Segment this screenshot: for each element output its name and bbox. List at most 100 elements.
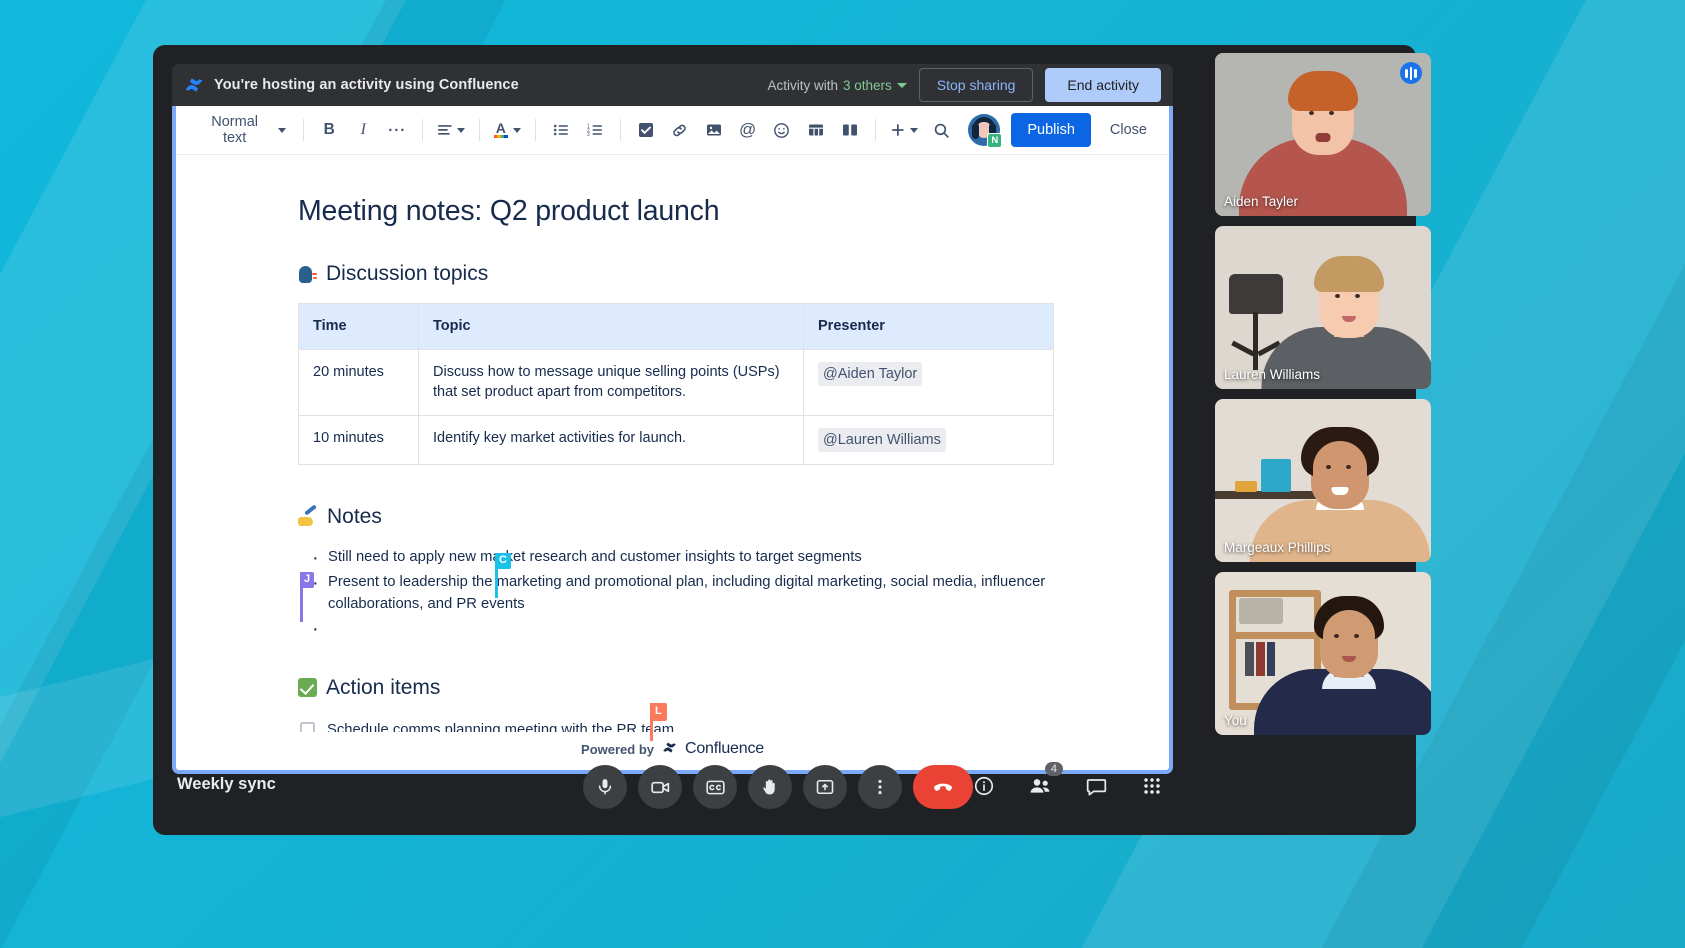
present-button[interactable]: [803, 765, 847, 809]
camera-button[interactable]: [638, 765, 682, 809]
text-style-dropdown[interactable]: Normal text: [190, 114, 294, 146]
chevron-down-icon: [897, 83, 907, 88]
mention-button[interactable]: @: [732, 114, 764, 146]
participant-tile[interactable]: Margeaux Phillips: [1215, 399, 1431, 562]
participant-tile[interactable]: Lauren Williams: [1215, 226, 1431, 389]
task-list-button[interactable]: [630, 114, 662, 146]
close-button[interactable]: Close: [1102, 113, 1155, 147]
toolbar-divider: [303, 119, 304, 141]
more-vertical-icon: [870, 777, 890, 797]
emoji-button[interactable]: [766, 114, 798, 146]
participant-tile[interactable]: Aiden Tayler: [1215, 53, 1431, 216]
more-options-button[interactable]: [858, 765, 902, 809]
end-call-button[interactable]: [913, 765, 973, 809]
section-heading-notes: Notes: [298, 505, 1049, 529]
toolbar-divider: [535, 119, 536, 141]
table-button[interactable]: [800, 114, 832, 146]
chat-button[interactable]: [1082, 772, 1110, 800]
notes-list-wrapper: Still need to apply new market research …: [298, 546, 1049, 638]
list-item: Still need to apply new market research …: [328, 546, 1049, 568]
meeting-name: Weekly sync: [177, 775, 276, 794]
link-button[interactable]: [664, 114, 696, 146]
collab-cursor-c: C: [495, 553, 498, 598]
activity-with-label: Activity with: [768, 78, 839, 93]
document-scroll-area[interactable]: Meeting notes: Q2 product launch Discuss…: [176, 155, 1169, 766]
avatar-badge: N: [987, 133, 1002, 148]
toolbar-divider: [620, 119, 621, 141]
cell-time: 20 minutes: [299, 349, 419, 415]
meeting-details-button[interactable]: [970, 772, 998, 800]
page-title: Meeting notes: Q2 product launch: [298, 195, 1049, 228]
white-check-mark-emoji: [298, 678, 317, 697]
avatar[interactable]: N: [968, 114, 1000, 146]
text-style-label: Normal text: [198, 114, 271, 146]
microphone-button[interactable]: [583, 765, 627, 809]
writing-hand-emoji: [298, 508, 318, 527]
cell-topic: Discuss how to message unique selling po…: [419, 349, 804, 415]
meet-window: You're hosting an activity using Conflue…: [153, 45, 1416, 835]
column-header-topic: Topic: [419, 304, 804, 350]
meet-control-bar: Weekly sync: [153, 739, 1416, 835]
activities-button[interactable]: [1138, 772, 1166, 800]
table-row: 10 minutes Identify key market activitie…: [299, 415, 1054, 465]
captions-button[interactable]: [693, 765, 737, 809]
chevron-down-icon: [278, 128, 286, 133]
mic-active-icon: [1400, 62, 1422, 84]
document-content: Meeting notes: Q2 product launch Discuss…: [176, 155, 1169, 741]
collab-cursor-c-label: C: [495, 553, 511, 569]
bullet-list-button[interactable]: [545, 114, 577, 146]
numbered-list-button[interactable]: 123: [579, 114, 611, 146]
end-activity-button[interactable]: End activity: [1045, 68, 1161, 102]
closed-captions-icon: [705, 777, 726, 798]
collab-cursor-j-label: J: [300, 572, 314, 588]
cell-presenter: @Lauren Williams: [804, 415, 1054, 465]
participant-name: Margeaux Phillips: [1224, 540, 1331, 555]
list-item: Present to leadership the marketing and …: [328, 571, 1049, 615]
activity-participants-dropdown[interactable]: Activity with 3 others: [768, 78, 907, 93]
chevron-down-icon: [513, 128, 521, 133]
participant-tiles: Aiden Tayler Lauren Williams: [1215, 53, 1431, 745]
column-header-presenter: Presenter: [804, 304, 1054, 350]
banner-title: You're hosting an activity using Conflue…: [214, 77, 519, 93]
section-heading-discussion-topics: Discussion topics: [298, 262, 1049, 286]
activity-with-count: 3 others: [843, 78, 892, 93]
editor-toolbar: Normal text B I ··· A: [176, 106, 1169, 155]
present-screen-icon: [815, 777, 835, 797]
participant-name: You: [1224, 713, 1247, 728]
layout-button[interactable]: [834, 114, 866, 146]
italic-button[interactable]: I: [347, 114, 379, 146]
participants-button[interactable]: 4: [1026, 772, 1054, 800]
search-icon[interactable]: [925, 114, 957, 146]
stop-sharing-button[interactable]: Stop sharing: [919, 68, 1034, 102]
notes-list[interactable]: Still need to apply new market research …: [328, 546, 1049, 638]
chevron-down-icon: [910, 128, 918, 133]
confluence-logo-icon: [184, 75, 204, 95]
grid-apps-icon: [1141, 775, 1163, 797]
toolbar-divider: [479, 119, 480, 141]
raise-hand-button[interactable]: [748, 765, 792, 809]
chevron-down-icon: [457, 128, 465, 133]
participant-tile-self[interactable]: You: [1215, 572, 1431, 735]
more-formatting-button[interactable]: ···: [381, 114, 413, 146]
image-button[interactable]: [698, 114, 730, 146]
text-color-button[interactable]: A: [489, 114, 526, 146]
mention-chip[interactable]: @Aiden Taylor: [818, 362, 922, 387]
raised-hand-icon: [760, 777, 780, 797]
participants-count-badge: 4: [1045, 762, 1063, 776]
participant-video: [1215, 53, 1431, 216]
publish-button[interactable]: Publish: [1011, 113, 1091, 147]
column-header-time: Time: [299, 304, 419, 350]
people-icon: [1028, 774, 1052, 798]
cell-presenter: @Aiden Taylor: [804, 349, 1054, 415]
mention-chip[interactable]: @Lauren Williams: [818, 428, 946, 453]
text-align-button[interactable]: [432, 114, 470, 146]
collab-cursor-l: L: [650, 703, 653, 741]
list-item: [328, 617, 1049, 638]
cell-time: 10 minutes: [299, 415, 419, 465]
section-heading-action-items: Action items: [298, 676, 1049, 700]
insert-more-button[interactable]: [885, 114, 924, 146]
bold-button[interactable]: B: [313, 114, 345, 146]
microphone-icon: [595, 777, 615, 797]
collab-cursor-l-label: L: [650, 703, 667, 721]
call-controls: [583, 765, 973, 809]
